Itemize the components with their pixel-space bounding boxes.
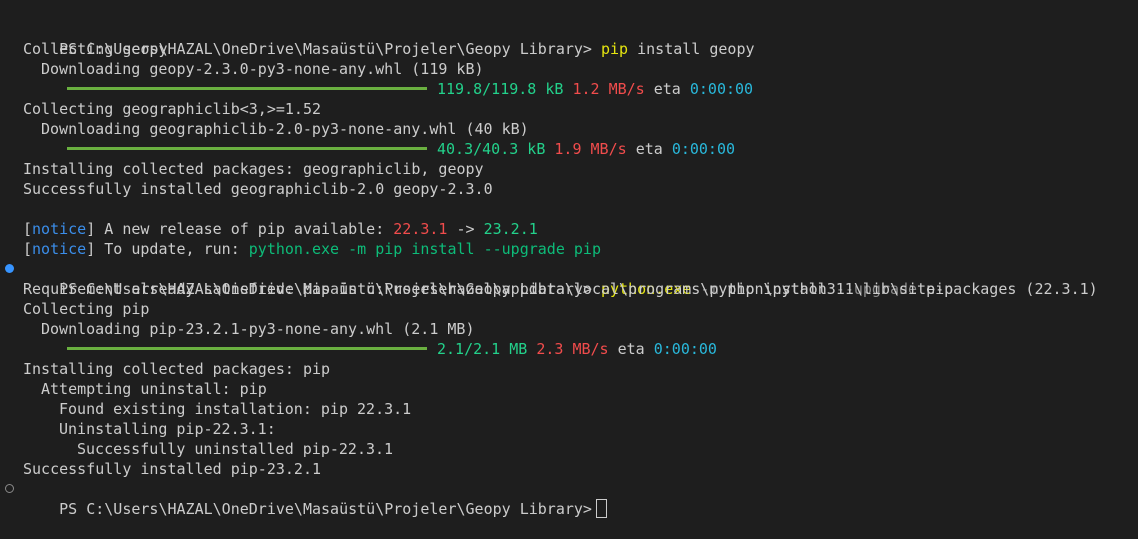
output-line: Downloading geopy-2.3.0-py3-none-any.whl… [41,60,484,78]
progress-eta-label: eta [635,140,663,158]
prompt: PS C:\Users\HAZAL\OneDrive\Masaüstü\Proj… [59,500,592,518]
cursor-icon [595,499,607,518]
output-line: Uninstalling pip-22.3.1: [59,420,276,438]
output-line: Successfully installed geographiclib-2.0… [23,180,493,198]
command-decoration-icon[interactable] [5,484,14,493]
progress-size: 40.3/40.3 kB [437,140,546,158]
notice-text: To update, run: [95,240,249,258]
notice-command: python.exe -m pip install --upgrade pip [248,240,601,258]
progress-speed: 2.3 MB/s [536,340,609,358]
notice-arrow: -> [447,220,484,238]
progress-bar [67,347,427,350]
progress-bar [67,87,427,90]
output-line: Downloading pip-23.2.1-py3-none-any.whl … [41,320,475,338]
output-line: Collecting geopy [23,40,168,58]
progress-size: 119.8/119.8 kB [437,80,564,98]
output-line: Successfully installed pip-23.2.1 [23,460,322,478]
progress-line: 119.8/119.8 kB 1.2 MB/s eta 0:00:00 [23,79,1133,99]
output-line: Requirement already satisfied: pip in c:… [23,280,1098,298]
progress-eta: 0:00:00 [653,340,717,358]
command-line-1: PS C:\Users\HAZAL\OneDrive\Masaüstü\Proj… [23,19,1133,58]
output-line: Collecting pip [23,300,150,318]
progress-speed: 1.2 MB/s [572,80,645,98]
notice-tag: notice [32,220,87,238]
notice-line: [notice] A new release of pip available:… [23,220,538,238]
command-line-2: PS C:\Users\HAZAL\OneDrive\Masaüstü\Proj… [5,259,1133,298]
progress-size: 2.1/2.1 MB [437,340,528,358]
command-line-3[interactable]: PS C:\Users\HAZAL\OneDrive\Masaüstü\Proj… [5,479,1133,518]
terminal-output[interactable]: PS C:\Users\HAZAL\OneDrive\Masaüstü\Proj… [5,19,1133,518]
notice-new-version: 23.2.1 [483,220,538,238]
notice-line: [notice] To update, run: python.exe -m p… [23,240,601,258]
output-line: Found existing installation: pip 22.3.1 [59,400,412,418]
command-decoration-icon[interactable] [5,264,14,273]
output-line: Collecting geographiclib<3,>=1.52 [23,100,322,118]
progress-speed: 1.9 MB/s [554,140,627,158]
progress-line: 2.1/2.1 MB 2.3 MB/s eta 0:00:00 [23,339,1133,359]
output-line: Installing collected packages: pip [23,360,331,378]
output-line: Successfully uninstalled pip-22.3.1 [77,440,394,458]
progress-eta: 0:00:00 [671,140,736,158]
output-line: Attempting uninstall: pip [41,380,267,398]
output-line: Downloading geographiclib-2.0-py3-none-a… [41,120,529,138]
progress-bar [67,147,427,150]
progress-eta-label: eta [653,80,681,98]
notice-old-version: 22.3.1 [393,220,448,238]
progress-line: 40.3/40.3 kB 1.9 MB/s eta 0:00:00 [23,139,1133,159]
output-line: Installing collected packages: geographi… [23,160,484,178]
progress-eta: 0:00:00 [689,80,754,98]
notice-text: A new release of pip available: [95,220,394,238]
notice-tag: notice [32,240,87,258]
progress-eta-label: eta [617,340,645,358]
